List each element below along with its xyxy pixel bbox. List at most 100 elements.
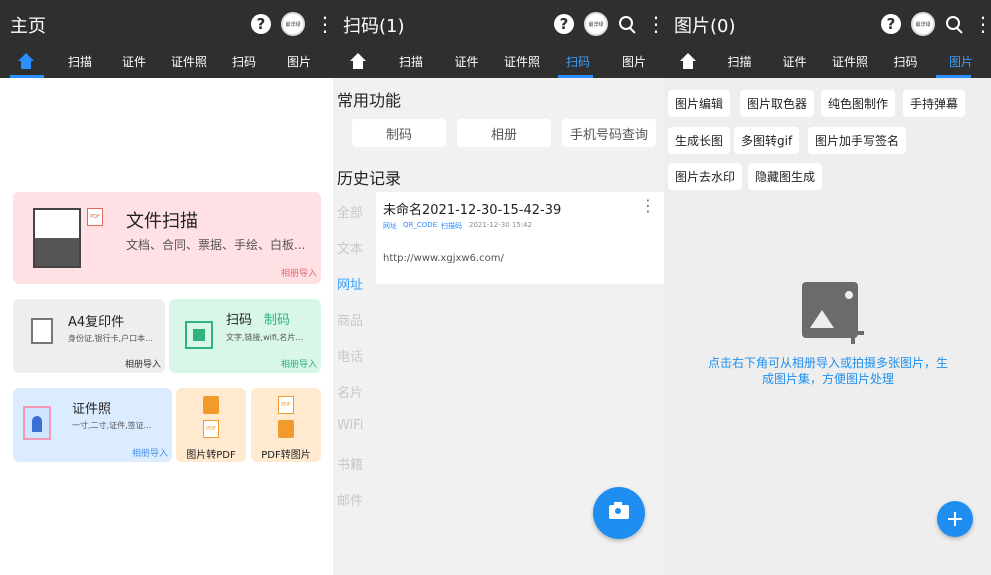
file-scan-card[interactable]: PDF 文件扫描 文档、合同、票据、手绘、白板... 相册导入 bbox=[13, 192, 321, 284]
id-photo-desc: 一寸,二寸,证件,签证... bbox=[72, 421, 152, 430]
tab-scan[interactable]: 扫描 bbox=[383, 53, 439, 70]
chip-solid-color[interactable]: 纯色图制作 bbox=[821, 90, 896, 117]
home-icon bbox=[349, 53, 367, 69]
avatar[interactable]: 最洋绿 bbox=[584, 12, 608, 36]
tab-id-photo[interactable]: 证件照 bbox=[822, 53, 878, 70]
id-photo-card[interactable]: 证件照 一寸,二寸,证件,签证... 相册导入 bbox=[13, 388, 172, 462]
tab-id-photo[interactable]: 证件照 bbox=[160, 53, 218, 70]
help-icon[interactable]: ? bbox=[881, 14, 901, 34]
album-button[interactable]: 相册 bbox=[457, 119, 551, 147]
filter-card[interactable]: 名片 bbox=[337, 382, 363, 401]
record-tag-qr: QR_CODE bbox=[403, 221, 438, 229]
tab-image[interactable]: 图片 bbox=[933, 53, 989, 70]
record-time: 2021-12-30 15:42 bbox=[469, 221, 533, 229]
toolbar-icons: ? 最洋绿 ⋮ bbox=[554, 12, 664, 36]
tab-qr[interactable]: 扫码 bbox=[878, 53, 933, 70]
make-code-button[interactable]: 制码 bbox=[352, 119, 446, 147]
pdf-to-image-card[interactable]: PDF PDF转图片 bbox=[251, 388, 321, 462]
common-functions-title: 常用功能 bbox=[337, 91, 402, 110]
qr-import[interactable]: 相册导入 bbox=[281, 357, 317, 370]
chip-handheld-danmaku[interactable]: 手持弹幕 bbox=[903, 90, 966, 117]
record-name: 未命名2021-12-30-15-42-39 bbox=[383, 203, 562, 218]
image-to-pdf-label: 图片转PDF bbox=[186, 450, 236, 461]
filter-text[interactable]: 文本 bbox=[337, 238, 363, 257]
tab-home[interactable] bbox=[0, 53, 52, 69]
help-icon[interactable]: ? bbox=[251, 14, 271, 34]
toolbar-icons: ? 最洋绿 ⋮ bbox=[881, 12, 991, 36]
more-icon[interactable]: ⋮ bbox=[315, 14, 333, 34]
tab-qr[interactable]: 扫码 bbox=[550, 53, 606, 70]
tab-id-photo[interactable]: 证件照 bbox=[494, 53, 550, 70]
screenshot-root: 主页 ? 最洋绿 ⋮ 扫描 证件 证件照 扫码 图片 PDF 文件扫描 文档、合… bbox=[0, 0, 991, 575]
filter-wifi[interactable]: WiFi bbox=[337, 418, 363, 433]
camera-button[interactable] bbox=[593, 487, 645, 539]
tab-home[interactable] bbox=[333, 53, 383, 69]
filter-all[interactable]: 全部 bbox=[337, 202, 363, 221]
history-record[interactable]: 未命名2021-12-30-15-42-39 ⋮ 网址 QR_CODE 扫描码 … bbox=[376, 192, 664, 284]
pdf-icon: PDF bbox=[87, 208, 103, 226]
home-icon bbox=[17, 53, 35, 69]
filter-url[interactable]: 网址 bbox=[337, 274, 363, 293]
id-photo-import[interactable]: 相册导入 bbox=[132, 446, 168, 459]
help-icon[interactable]: ? bbox=[554, 14, 574, 34]
qr-desc: 文字,链接,wifi,名片... bbox=[226, 333, 304, 342]
filter-product[interactable]: 商品 bbox=[337, 310, 363, 329]
app-bar: 主页 ? 最洋绿 ⋮ 扫描 证件 证件照 扫码 图片 bbox=[0, 0, 333, 78]
record-more-icon[interactable]: ⋮ bbox=[640, 196, 656, 216]
id-photo-icon bbox=[23, 406, 51, 440]
chip-hidden-image[interactable]: 隐藏图生成 bbox=[748, 163, 823, 190]
tab-scan[interactable]: 扫描 bbox=[712, 53, 767, 70]
record-url[interactable]: http://www.xgjxw6.com/ bbox=[383, 253, 504, 264]
a4-title: A4复印件 bbox=[68, 315, 125, 330]
avatar[interactable]: 最洋绿 bbox=[911, 12, 935, 36]
pdf-icon: PDF bbox=[203, 420, 219, 438]
tab-id[interactable]: 证件 bbox=[108, 53, 160, 70]
id-photo-title: 证件照 bbox=[72, 402, 112, 417]
pdf-icon: PDF bbox=[278, 396, 294, 414]
tab-image[interactable]: 图片 bbox=[606, 53, 662, 70]
tab-image[interactable]: 图片 bbox=[270, 53, 328, 70]
tab-id[interactable]: 证件 bbox=[767, 53, 822, 70]
image-to-pdf-card[interactable]: PDF 图片转PDF bbox=[176, 388, 246, 462]
a4-copy-card[interactable]: A4复印件 身份证,银行卡,户口本... 相册导入 bbox=[13, 299, 165, 373]
qr-screen: 扫码(1) ? 最洋绿 ⋮ 扫描 证件 证件照 扫码 图片 常用功能 制码 相册… bbox=[333, 0, 664, 575]
active-tab-indicator bbox=[558, 75, 593, 78]
search-icon[interactable] bbox=[618, 15, 636, 33]
plus-icon bbox=[948, 512, 962, 526]
chip-color-picker[interactable]: 图片取色器 bbox=[740, 90, 815, 117]
image-icon bbox=[278, 420, 294, 438]
active-tab-indicator bbox=[936, 75, 971, 78]
chip-images-to-gif[interactable]: 多图转gif bbox=[734, 127, 800, 154]
chip-remove-watermark[interactable]: 图片去水印 bbox=[668, 163, 743, 190]
home-screen: 主页 ? 最洋绿 ⋮ 扫描 证件 证件照 扫码 图片 PDF 文件扫描 文档、合… bbox=[0, 0, 333, 575]
chip-image-edit[interactable]: 图片编辑 bbox=[668, 90, 731, 117]
more-icon[interactable]: ⋮ bbox=[646, 14, 664, 34]
record-tag-scan: 扫描码 bbox=[441, 222, 462, 230]
add-button[interactable] bbox=[937, 501, 973, 537]
qr-title[interactable]: 扫码 bbox=[226, 309, 252, 328]
phone-query-button[interactable]: 手机号码查询 bbox=[562, 119, 656, 147]
active-tab-indicator bbox=[10, 75, 44, 78]
filter-email[interactable]: 邮件 bbox=[337, 490, 363, 509]
tab-scan[interactable]: 扫描 bbox=[52, 53, 108, 70]
more-icon[interactable]: ⋮ bbox=[973, 14, 991, 34]
tab-qr[interactable]: 扫码 bbox=[218, 53, 270, 70]
chip-handwritten-signature[interactable]: 图片加手写签名 bbox=[808, 127, 907, 154]
qr-card[interactable]: 扫码 制码 文字,链接,wifi,名片... 相册导入 bbox=[169, 299, 321, 373]
file-scan-desc: 文档、合同、票据、手绘、白板... bbox=[126, 238, 306, 252]
tab-home[interactable] bbox=[664, 53, 712, 69]
make-code-title[interactable]: 制码 bbox=[264, 309, 290, 328]
pdf-to-image-label: PDF转图片 bbox=[261, 450, 311, 461]
a4-import[interactable]: 相册导入 bbox=[125, 357, 161, 370]
tab-id[interactable]: 证件 bbox=[439, 53, 494, 70]
avatar[interactable]: 最洋绿 bbox=[281, 12, 305, 36]
history-title: 历史记录 bbox=[337, 169, 402, 188]
filter-books[interactable]: 书籍 bbox=[337, 454, 363, 473]
search-icon[interactable] bbox=[945, 15, 963, 33]
tab-bar: 扫描 证件 证件照 扫码 图片 bbox=[664, 44, 991, 78]
filter-phone[interactable]: 电话 bbox=[337, 346, 363, 365]
tab-bar: 扫描 证件 证件照 扫码 图片 bbox=[333, 44, 664, 78]
chip-long-image[interactable]: 生成长图 bbox=[668, 127, 731, 154]
home-icon bbox=[679, 53, 697, 69]
file-scan-import[interactable]: 相册导入 bbox=[281, 266, 317, 279]
